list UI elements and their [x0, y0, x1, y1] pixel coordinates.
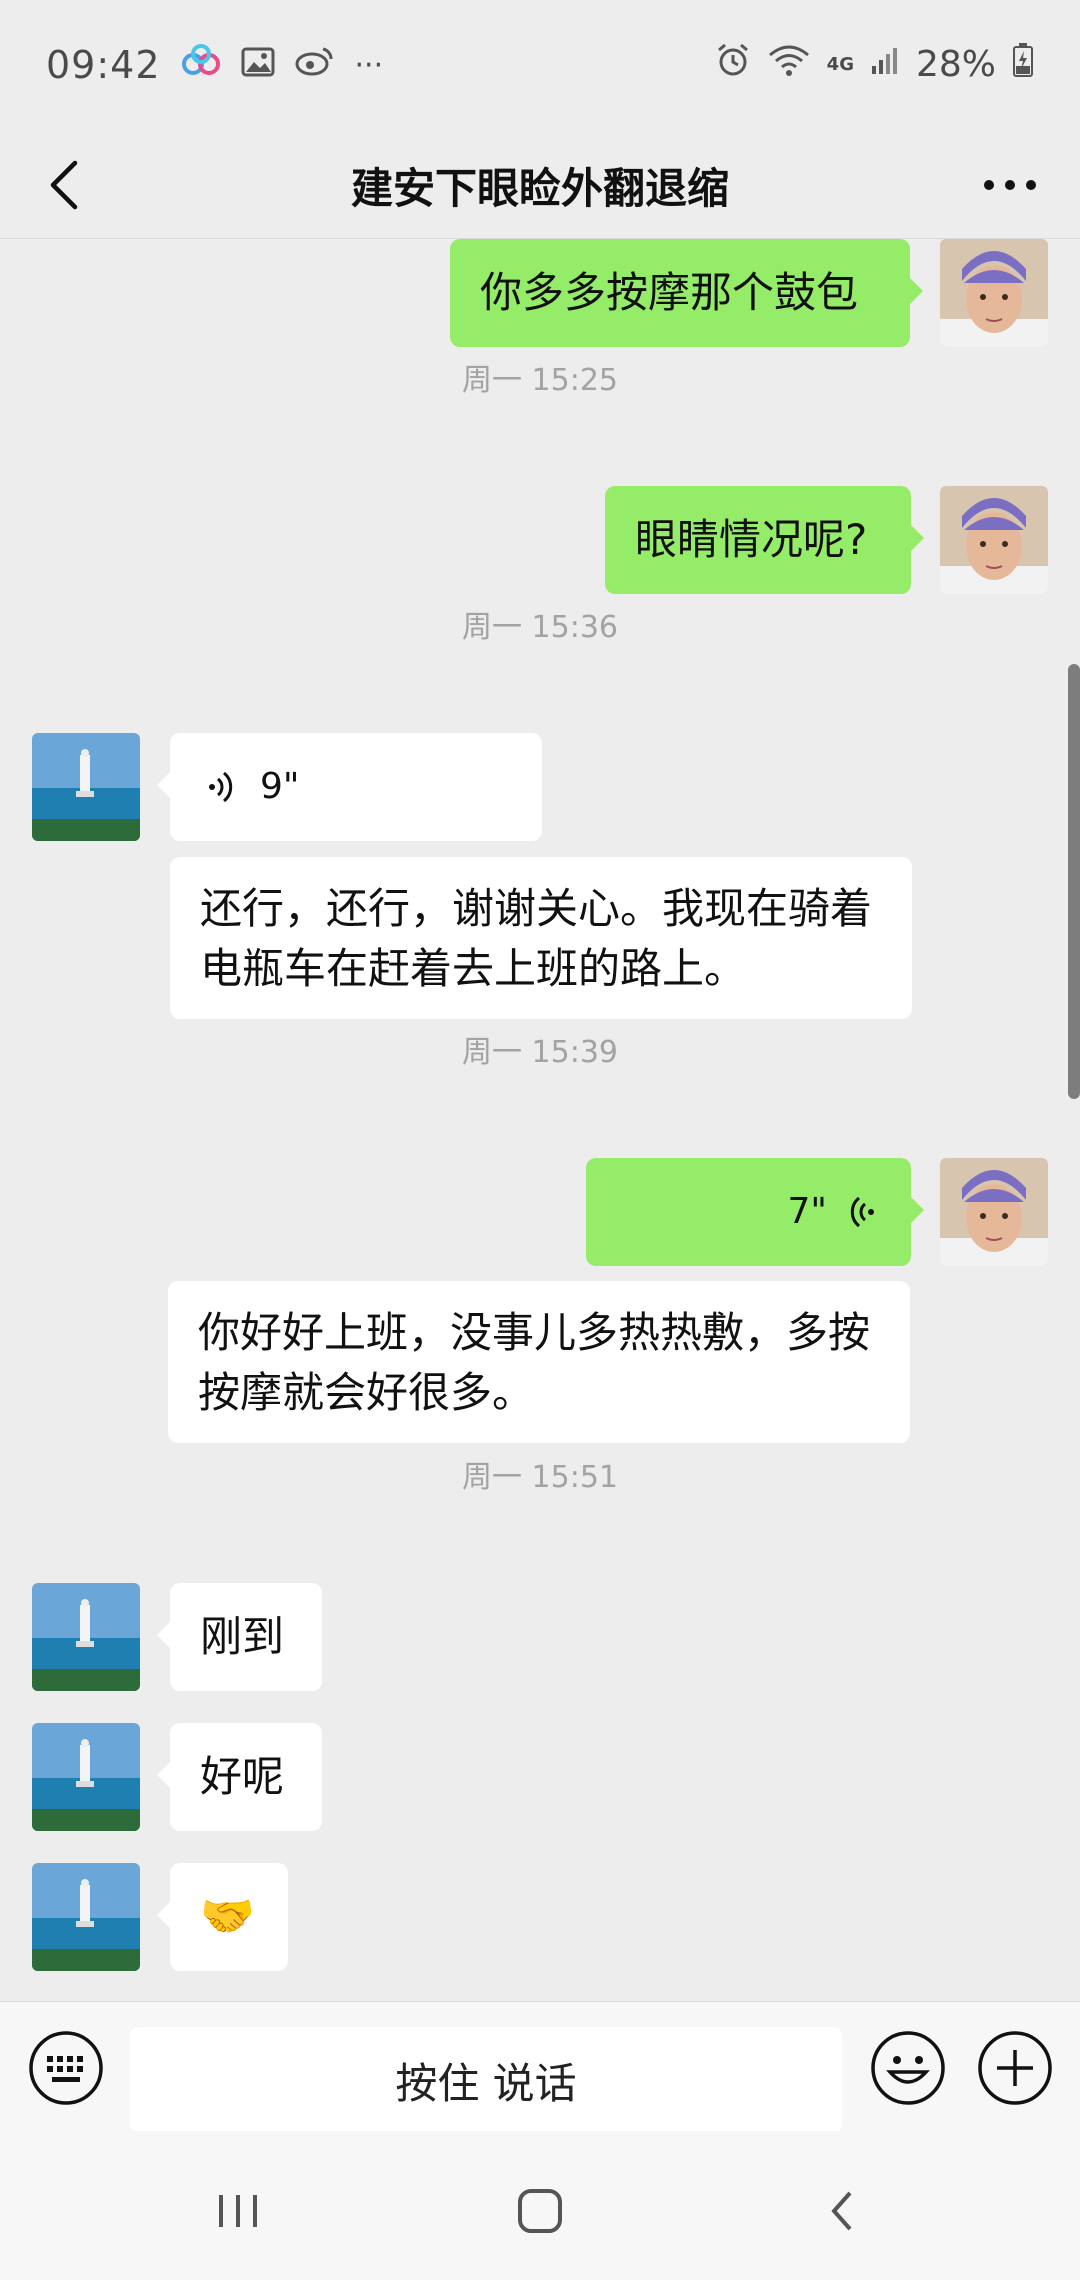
- more-notifications-icon: ···: [354, 47, 384, 83]
- voice-duration: 7": [787, 1191, 827, 1232]
- more-icon: [984, 180, 1036, 190]
- recent-apps-button[interactable]: [203, 2176, 273, 2246]
- my-avatar[interactable]: [940, 486, 1048, 594]
- message-text: 你多多按摩那个鼓包: [480, 268, 859, 317]
- emoji-button[interactable]: [870, 2030, 946, 2106]
- message-text-line: 你好好上班，没事儿多热热敷，多按: [198, 1308, 871, 1357]
- voice-wave-icon: [209, 771, 233, 803]
- message-text: 眼睛情况呢?: [635, 515, 868, 564]
- received-message-bubble[interactable]: 还行，还行，谢谢关心。我现在骑着 电瓶车在赶着去上班的路上。: [170, 857, 912, 1019]
- weibo-icon: [295, 45, 335, 86]
- received-voice-bubble[interactable]: 9": [157, 733, 542, 841]
- recent-apps-icon: [219, 2195, 257, 2227]
- received-message-bubble[interactable]: 你好好上班，没事儿多热热敷，多按 按摩就会好很多。: [168, 1281, 910, 1443]
- sent-message-bubble[interactable]: 眼睛情况呢?: [605, 486, 924, 594]
- title-bar: 建安下眼睑外翻退缩: [0, 130, 1080, 240]
- battery-icon: [1012, 42, 1034, 87]
- handshake-emoji: 🤝: [200, 1891, 255, 1942]
- chevron-left-icon: [50, 160, 78, 210]
- status-time: 09:42: [46, 43, 161, 87]
- timestamp: 周一 15:39: [462, 1035, 618, 1070]
- voice-wave-icon: [850, 1196, 874, 1228]
- network-type: 4G: [826, 54, 854, 75]
- keyboard-icon: [29, 2031, 103, 2105]
- sent-message-bubble[interactable]: 你多多按摩那个鼓包: [450, 239, 923, 347]
- contact-avatar[interactable]: [32, 1863, 140, 1971]
- system-navigation-bar: [0, 2131, 1080, 2280]
- message-text: 好呢: [200, 1752, 285, 1801]
- message-text-line: 还行，还行，谢谢关心。我现在骑着: [200, 884, 873, 933]
- sent-voice-bubble[interactable]: 7": [586, 1158, 924, 1266]
- wifi-icon: [767, 43, 811, 86]
- status-bar: 09:42 ··· 4G 28%: [0, 0, 1080, 130]
- message-text: 刚到: [200, 1612, 285, 1661]
- chat-title: 建安下眼睑外翻退缩: [350, 163, 729, 213]
- more-functions-button[interactable]: [977, 2030, 1053, 2106]
- back-button[interactable]: [30, 150, 100, 220]
- voice-duration: 9": [260, 766, 300, 807]
- home-icon: [518, 2189, 562, 2233]
- input-bar: 按住 说话: [0, 2001, 1080, 2133]
- home-button[interactable]: [505, 2176, 575, 2246]
- keyboard-toggle-button[interactable]: [28, 2030, 104, 2106]
- contact-avatar[interactable]: [32, 1583, 140, 1691]
- message-text-line: 按摩就会好很多。: [198, 1368, 535, 1417]
- smiley-icon: [871, 2031, 945, 2105]
- back-arrow-icon: [831, 2191, 852, 2231]
- my-avatar[interactable]: [940, 1158, 1048, 1266]
- chat-messages[interactable]: 你多多按摩那个鼓包 周一 15:25 眼睛情况呢? 周一 15:36 9" 还行…: [0, 239, 1080, 2001]
- signal-icon: [870, 44, 900, 85]
- system-back-button[interactable]: [807, 2176, 877, 2246]
- gallery-icon: [241, 45, 275, 86]
- timestamp: 周一 15:51: [462, 1460, 618, 1495]
- received-message-bubble[interactable]: 刚到: [157, 1583, 322, 1691]
- hold-to-talk-button[interactable]: 按住 说话: [130, 2027, 842, 2133]
- cloud-app-icon: [181, 43, 221, 87]
- received-emoji-bubble[interactable]: 🤝: [157, 1863, 288, 1971]
- battery-percent: 28%: [915, 44, 996, 85]
- plus-icon: [978, 2031, 1052, 2105]
- message-text-line: 电瓶车在赶着去上班的路上。: [200, 944, 747, 993]
- timestamp: 周一 15:36: [462, 610, 618, 645]
- alarm-icon: [715, 42, 751, 87]
- contact-avatar[interactable]: [32, 1723, 140, 1831]
- my-avatar[interactable]: [940, 239, 1048, 347]
- contact-avatar[interactable]: [32, 733, 140, 841]
- scrollbar-thumb[interactable]: [1068, 664, 1080, 1099]
- received-message-bubble[interactable]: 好呢: [157, 1723, 322, 1831]
- more-options-button[interactable]: [970, 150, 1050, 220]
- timestamp: 周一 15:25: [462, 363, 618, 398]
